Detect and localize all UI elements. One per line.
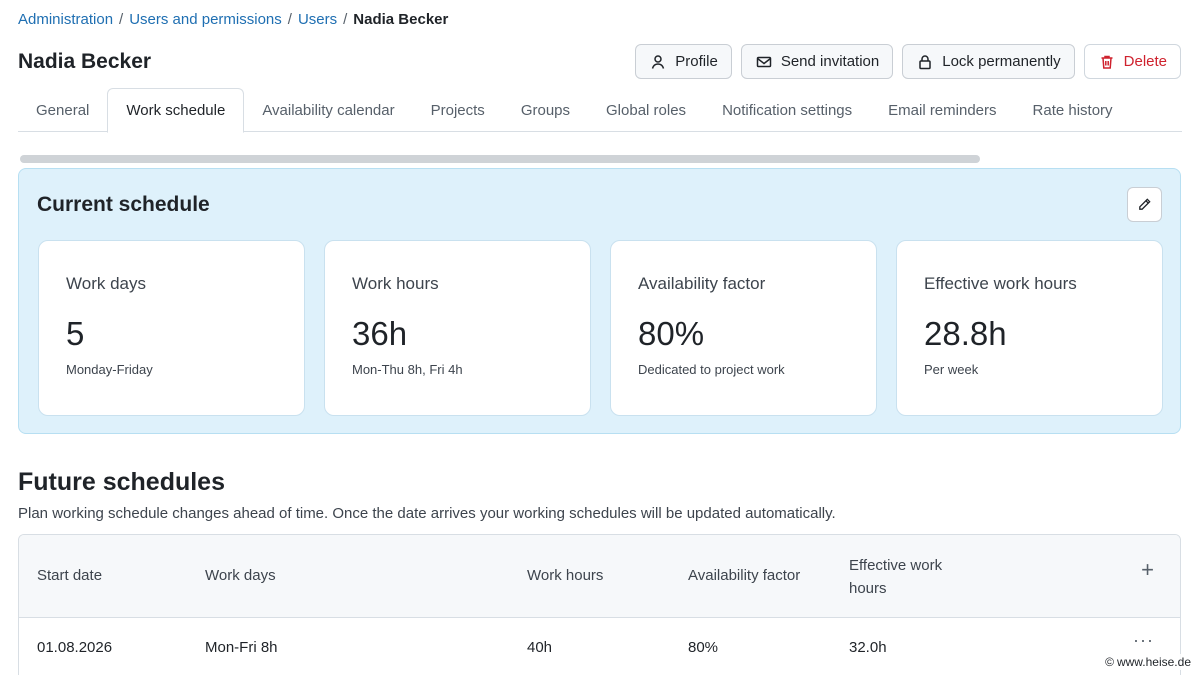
- card-label: Effective work hours: [924, 274, 1077, 293]
- column-header-work-hours: Work hours: [527, 567, 604, 584]
- tab-groups[interactable]: Groups: [503, 88, 588, 132]
- tab-bar: General Work schedule Availability calen…: [18, 88, 1182, 133]
- current-schedule-panel: Current schedule Work days 5 Monday-Frid…: [18, 168, 1181, 434]
- card-value: 80%: [638, 315, 705, 352]
- card-value: 36h: [352, 315, 408, 352]
- breadcrumb-administration[interactable]: Administration: [18, 11, 113, 28]
- work-hours-card: Work hours 36h Mon-Thu 8h, Fri 4h: [324, 240, 591, 416]
- future-schedules-title: Future schedules: [18, 468, 225, 496]
- delete-button[interactable]: Delete: [1083, 44, 1181, 79]
- availability-factor-card: Availability factor 80% Dedicated to pro…: [610, 240, 877, 416]
- add-schedule-button[interactable]: +: [1141, 557, 1154, 583]
- card-subtext: Monday-Friday: [66, 362, 153, 377]
- column-header-availability-factor: Availability factor: [688, 567, 801, 584]
- card-value: 28.8h: [924, 315, 1007, 352]
- row-more-button[interactable]: ···: [1133, 630, 1154, 651]
- card-subtext: Per week: [924, 362, 979, 377]
- schedule-summary-cards: Work days 5 Monday-Friday Work hours 36h…: [38, 240, 1163, 416]
- trash-icon: [1101, 55, 1113, 69]
- tab-general[interactable]: General: [18, 88, 107, 132]
- current-schedule-title: Current schedule: [37, 193, 210, 216]
- tab-projects[interactable]: Projects: [413, 88, 503, 132]
- breadcrumb: Administration / Users and permissions /…: [18, 11, 448, 28]
- cell-start-date: 01.08.2026: [37, 639, 113, 656]
- card-label: Work days: [66, 274, 146, 293]
- table-header: Start date Work days Work hours Availabi…: [19, 535, 1180, 618]
- column-header-effective-work-hours: Effective work hours: [849, 557, 943, 597]
- tab-availability-calendar[interactable]: Availability calendar: [244, 88, 412, 132]
- work-days-card: Work days 5 Monday-Friday: [38, 240, 305, 416]
- cell-work-hours: 40h: [527, 639, 553, 656]
- copyright-icon: ©: [1105, 655, 1114, 669]
- cell-availability-factor: 80%: [688, 639, 719, 656]
- profile-button[interactable]: Profile: [635, 44, 732, 79]
- tab-global-roles[interactable]: Global roles: [588, 88, 704, 132]
- cell-work-days: Mon-Fri 8h: [205, 639, 278, 656]
- column-header-start-date: Start date: [37, 567, 103, 584]
- breadcrumb-separator: /: [343, 11, 348, 28]
- breadcrumb-separator: /: [119, 11, 124, 28]
- lock-permanently-button[interactable]: Lock permanently: [902, 44, 1075, 79]
- envelope-icon: [756, 56, 772, 67]
- header-actions: Profile Send invitation Lock permanently…: [635, 44, 1181, 79]
- future-schedules-description: Plan working schedule changes ahead of t…: [18, 505, 836, 522]
- profile-button-label: Profile: [675, 53, 718, 70]
- table-row: 01.08.2026 Mon-Fri 8h 40h 80% 32.0h ···: [19, 618, 1180, 675]
- watermark-text: www.heise.de: [1116, 655, 1191, 669]
- breadcrumb-separator: /: [287, 11, 292, 28]
- horizontal-scrollbar[interactable]: [20, 155, 980, 163]
- breadcrumb-users-and-permissions[interactable]: Users and permissions: [129, 11, 282, 28]
- edit-schedule-button[interactable]: [1127, 187, 1162, 222]
- watermark: © www.heise.de: [1102, 654, 1194, 670]
- cell-effective-work-hours: 32.0h: [849, 639, 887, 656]
- send-invitation-button[interactable]: Send invitation: [740, 44, 894, 79]
- card-value: 5: [66, 315, 85, 352]
- pencil-icon: [1139, 198, 1151, 210]
- tab-notification-settings[interactable]: Notification settings: [704, 88, 870, 132]
- card-subtext: Dedicated to project work: [638, 362, 785, 377]
- page-title: Nadia Becker: [18, 50, 152, 73]
- column-header-work-days: Work days: [205, 567, 276, 584]
- breadcrumb-current: Nadia Becker: [353, 11, 449, 28]
- delete-button-label: Delete: [1123, 53, 1167, 70]
- card-label: Availability factor: [638, 274, 766, 293]
- breadcrumb-users[interactable]: Users: [298, 11, 337, 28]
- send-invitation-label: Send invitation: [780, 53, 880, 70]
- card-subtext: Mon-Thu 8h, Fri 4h: [352, 362, 463, 377]
- lock-icon: [919, 54, 931, 69]
- tab-rate-history[interactable]: Rate history: [1015, 88, 1131, 132]
- card-label: Work hours: [352, 274, 439, 293]
- lock-permanently-label: Lock permanently: [942, 53, 1061, 70]
- user-icon: [652, 54, 665, 69]
- tab-work-schedule[interactable]: Work schedule: [107, 88, 245, 133]
- tab-email-reminders[interactable]: Email reminders: [870, 88, 1014, 132]
- future-schedules-table: Start date Work days Work hours Availabi…: [18, 534, 1181, 675]
- effective-work-hours-card: Effective work hours 28.8h Per week: [896, 240, 1163, 416]
